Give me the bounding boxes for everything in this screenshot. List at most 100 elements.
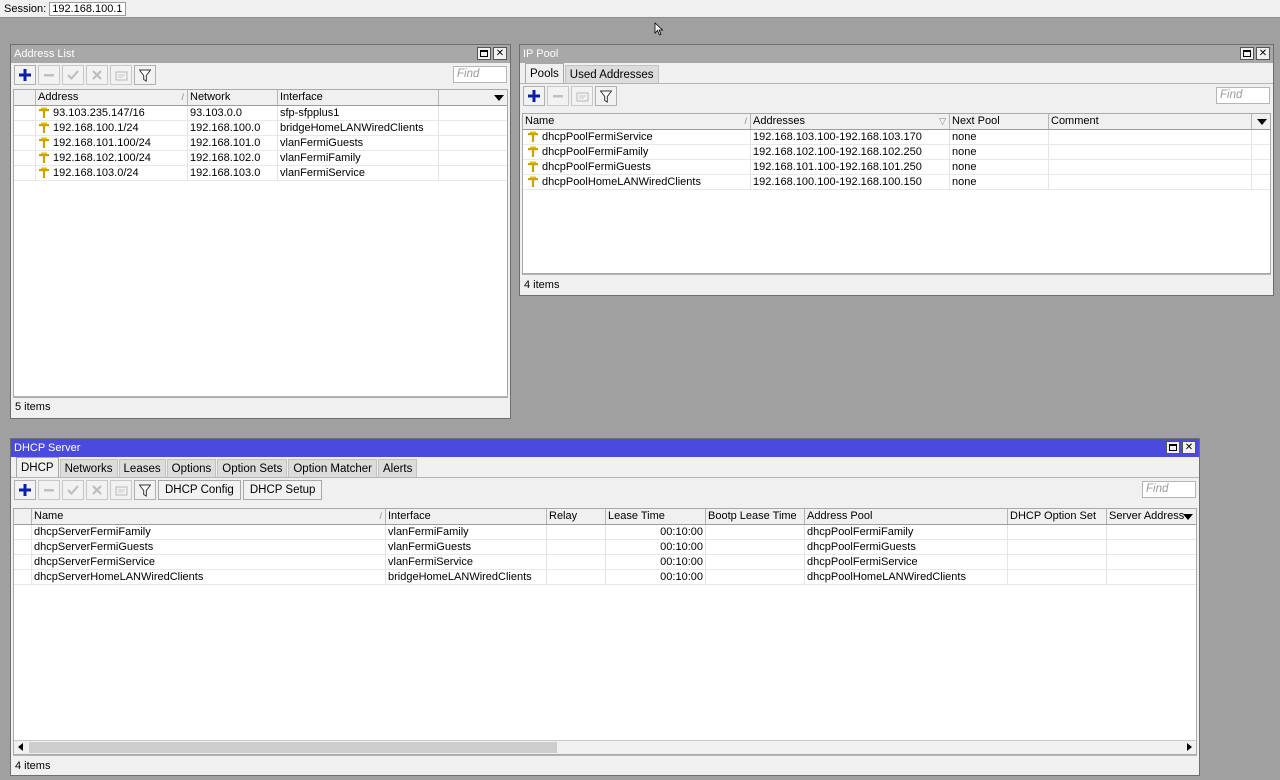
filter-button[interactable]: [134, 480, 156, 500]
window-title: Address List: [14, 48, 75, 60]
column-header-server-address[interactable]: Server Address: [1107, 509, 1196, 524]
maximize-icon: [480, 50, 488, 57]
close-button[interactable]: ✕: [1182, 441, 1196, 454]
find-input[interactable]: Find: [1142, 481, 1196, 498]
enable-button[interactable]: [62, 480, 84, 500]
table-row[interactable]: dhcpServerFermiService vlanFermiService 00…: [14, 555, 1196, 570]
window-title-bar[interactable]: Address List ✕: [11, 45, 510, 63]
table-row[interactable]: dhcpPoolFermiGuests 192.168.101.100-192.1…: [523, 160, 1270, 175]
filter-button[interactable]: [134, 65, 156, 85]
table-row[interactable]: 192.168.102.100/24 192.168.102.0 vlanFermi…: [14, 151, 507, 166]
disable-button[interactable]: [86, 65, 108, 85]
tab-pools[interactable]: Pools: [525, 63, 564, 83]
pin-icon: [39, 167, 49, 178]
address-table: Address / Network Interface 93.103.235.14…: [13, 89, 508, 398]
cross-icon: [92, 485, 102, 495]
column-header-flags[interactable]: [14, 90, 36, 105]
table-row[interactable]: 192.168.101.100/24 192.168.101.0 vlanFermi…: [14, 136, 507, 151]
table-row[interactable]: dhcpServerHomeLANWiredClients bridgeHomeL…: [14, 570, 1196, 585]
find-input[interactable]: Find: [1216, 87, 1270, 104]
table-header: Name / Addresses ▽ Next Pool Comment: [523, 114, 1270, 130]
enable-button[interactable]: [62, 65, 84, 85]
table-body: dhcpPoolFermiService 192.168.103.100-192.…: [523, 130, 1270, 190]
remove-button[interactable]: [38, 480, 60, 500]
pin-icon: [528, 131, 538, 142]
scroll-left-icon[interactable]: [18, 743, 23, 751]
comment-button[interactable]: [110, 480, 132, 500]
table-row[interactable]: dhcpPoolFermiFamily 192.168.102.100-192.1…: [523, 145, 1270, 160]
column-header-network[interactable]: Network: [188, 90, 278, 105]
column-header-relay[interactable]: Relay: [547, 509, 606, 524]
maximize-button[interactable]: [1240, 47, 1254, 60]
close-icon: ✕: [1258, 47, 1268, 59]
column-header-address[interactable]: Address /: [36, 90, 188, 105]
close-button[interactable]: ✕: [1256, 47, 1270, 60]
tab-bar: Pools Used Addresses: [520, 63, 1273, 84]
tab-option-sets[interactable]: Option Sets: [217, 459, 288, 477]
ip-pool-window: IP Pool ✕ Pools Used Addresses Find Name…: [519, 44, 1274, 296]
dropdown-arrow-icon: [494, 95, 504, 101]
table-row[interactable]: 93.103.235.147/16 93.103.0.0 sfp-sfpplus1: [14, 106, 507, 121]
table-row[interactable]: dhcpServerFermiFamily vlanFermiFamily 00:1…: [14, 525, 1196, 540]
window-title: IP Pool: [523, 48, 559, 60]
tab-used-addresses[interactable]: Used Addresses: [564, 65, 659, 83]
column-chooser-dropdown[interactable]: [1252, 114, 1270, 129]
column-chooser-dropdown[interactable]: [439, 90, 507, 105]
comment-button[interactable]: [571, 86, 593, 106]
column-header-dhcp-option-set[interactable]: DHCP Option Set: [1008, 509, 1107, 524]
horizontal-scrollbar[interactable]: [14, 740, 1196, 754]
window-title-bar[interactable]: IP Pool ✕: [520, 45, 1273, 63]
scrollbar-thumb[interactable]: [29, 742, 557, 753]
table-row[interactable]: dhcpPoolHomeLANWiredClients 192.168.100.1…: [523, 175, 1270, 190]
check-icon: [67, 70, 79, 80]
dhcp-setup-button[interactable]: DHCP Setup: [242, 480, 323, 500]
column-header-lease-time[interactable]: Lease Time: [606, 509, 706, 524]
tab-options[interactable]: Options: [166, 459, 217, 477]
column-header-flags[interactable]: [14, 509, 32, 524]
find-input[interactable]: Find: [453, 66, 507, 83]
add-button[interactable]: [14, 65, 36, 85]
add-button[interactable]: [14, 480, 36, 500]
toolbar: DHCP Config DHCP Setup Find: [11, 478, 1199, 502]
dropdown-arrow-icon: [1257, 119, 1267, 125]
tab-leases[interactable]: Leases: [118, 459, 166, 477]
scroll-right-icon[interactable]: [1187, 743, 1192, 751]
add-button[interactable]: [523, 86, 545, 106]
window-title-bar[interactable]: DHCP Server ✕: [11, 439, 1199, 457]
comment-icon: [115, 486, 127, 495]
pin-icon: [528, 176, 538, 187]
column-header-comment[interactable]: Comment: [1049, 114, 1252, 129]
column-header-name[interactable]: Name /: [523, 114, 751, 129]
table-body: 93.103.235.147/16 93.103.0.0 sfp-sfpplus1 1…: [14, 106, 507, 181]
table-row[interactable]: dhcpServerFermiGuests vlanFermiGuests 00:1…: [14, 540, 1196, 555]
tab-dhcp[interactable]: DHCP: [16, 457, 59, 477]
table-row[interactable]: 192.168.103.0/24 192.168.103.0 vlanFermiSe…: [14, 166, 507, 181]
dhcp-server-table: Name / Interface Relay Lease Time Bootp L…: [13, 508, 1197, 755]
table-row[interactable]: dhcpPoolFermiService 192.168.103.100-192.…: [523, 130, 1270, 145]
table-row[interactable]: 192.168.100.1/24 192.168.100.0 bridgeHomeL…: [14, 121, 507, 136]
maximize-button[interactable]: [477, 47, 491, 60]
column-header-interface[interactable]: Interface: [386, 509, 547, 524]
address-cell: 93.103.235.147/16: [36, 106, 188, 120]
column-header-name[interactable]: Name /: [32, 509, 386, 524]
column-header-address-pool[interactable]: Address Pool: [805, 509, 1008, 524]
column-header-bootp-lease-time[interactable]: Bootp Lease Time: [706, 509, 805, 524]
disable-button[interactable]: [86, 480, 108, 500]
tab-alerts[interactable]: Alerts: [377, 459, 418, 477]
close-button[interactable]: ✕: [493, 47, 507, 60]
session-value[interactable]: 192.168.100.1: [49, 1, 126, 16]
add-icon: [528, 90, 540, 102]
dhcp-config-button[interactable]: DHCP Config: [158, 480, 241, 500]
column-header-addresses[interactable]: Addresses ▽: [751, 114, 950, 129]
remove-button[interactable]: [38, 65, 60, 85]
comment-button[interactable]: [110, 65, 132, 85]
remove-button[interactable]: [547, 86, 569, 106]
column-header-next-pool[interactable]: Next Pool: [950, 114, 1049, 129]
maximize-button[interactable]: [1166, 441, 1180, 454]
status-bar: 4 items: [13, 755, 1197, 775]
tab-networks[interactable]: Networks: [59, 459, 118, 477]
filter-button[interactable]: [595, 86, 617, 106]
column-header-interface[interactable]: Interface: [278, 90, 439, 105]
tab-option-matcher[interactable]: Option Matcher: [288, 459, 377, 477]
pin-icon: [39, 107, 49, 118]
